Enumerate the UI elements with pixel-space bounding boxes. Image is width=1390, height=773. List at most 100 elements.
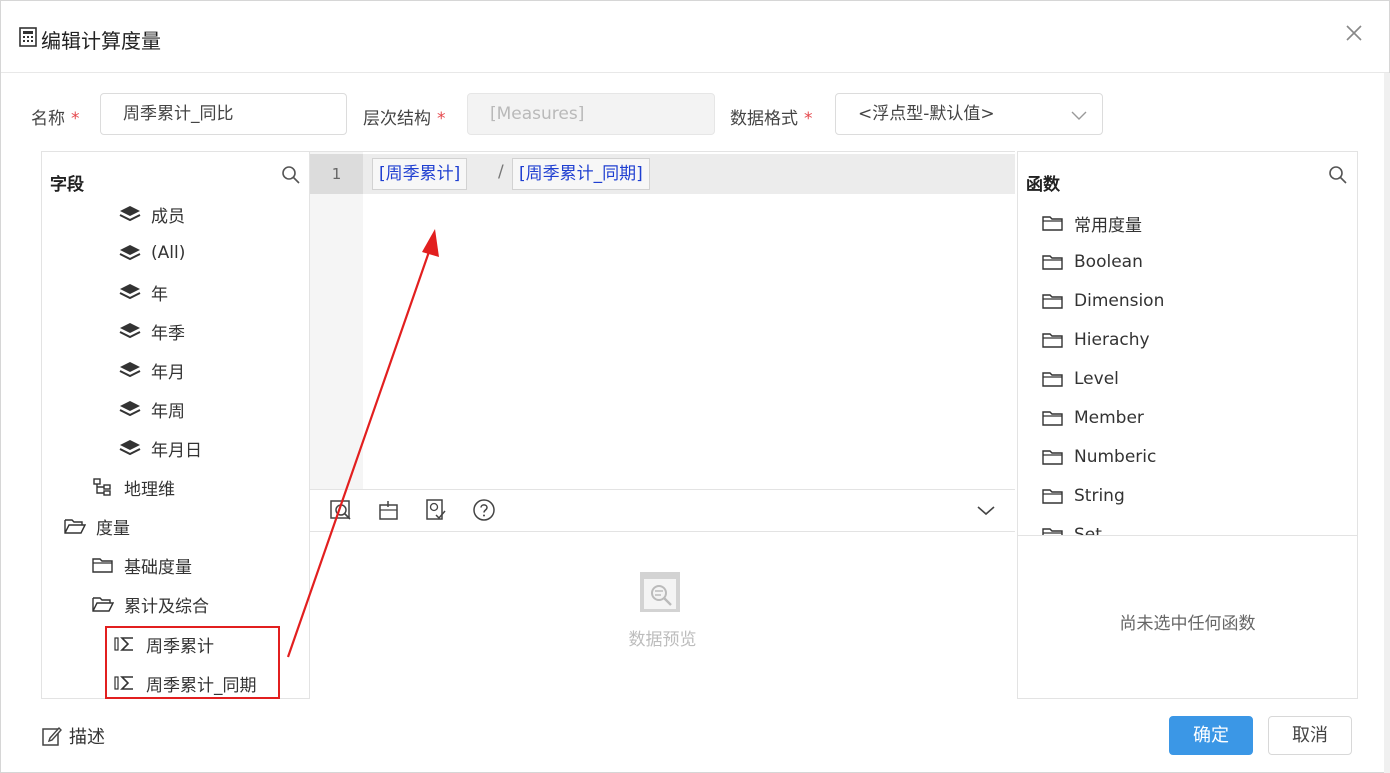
dialog-titlebar: 编辑计算度量 [1, 1, 1389, 73]
function-category-label: Hierachy [1074, 330, 1150, 350]
layers-icon [119, 399, 141, 419]
function-list: 函数 常用度量 Boolean Dimension Hierachy Level Memb… [1018, 152, 1357, 536]
functions-panel: 函数 常用度量 Boolean Dimension Hierachy Level Memb… [1017, 151, 1358, 699]
function-category-label: Set [1074, 525, 1102, 536]
function-category[interactable]: Dimension [1042, 286, 1164, 316]
hierarchy-input: [Measures] [467, 93, 715, 135]
folder-open-icon [92, 594, 115, 614]
data-preview-area: 数据预览 [310, 532, 1015, 699]
tree-item-label: 年月 [151, 362, 185, 383]
tree-item-label: 度量 [96, 518, 130, 539]
function-category-label: String [1074, 486, 1125, 506]
folder-icon [1042, 408, 1064, 428]
annotation-highlight-box [105, 626, 280, 699]
close-icon[interactable] [1342, 21, 1366, 45]
chevron-down-icon[interactable] [974, 498, 998, 522]
token-measure-prior[interactable]: [周季累计_同期] [512, 158, 650, 190]
calculator-icon [19, 27, 37, 47]
format-select[interactable]: <浮点型-默认值> [835, 93, 1103, 135]
folder-icon [1042, 213, 1064, 233]
tree-item-label: 年周 [151, 401, 185, 422]
function-category-label: Boolean [1074, 252, 1143, 272]
function-category-label: 常用度量 [1074, 215, 1142, 236]
search-icon[interactable] [1328, 165, 1348, 185]
tree-item[interactable]: 年季 [119, 316, 185, 346]
function-category[interactable]: Boolean [1042, 247, 1143, 277]
function-category[interactable]: 常用度量 [1042, 208, 1142, 238]
folder-icon [1042, 447, 1064, 467]
layers-icon [119, 360, 141, 380]
data-preview-label: 数据预览 [628, 630, 697, 650]
token-measure[interactable]: [周季累计] [372, 158, 468, 190]
function-category[interactable]: Numberic [1042, 442, 1156, 472]
folder-icon [1042, 252, 1064, 272]
name-label: 名称 * [31, 109, 80, 129]
description-label: 描述 [69, 727, 105, 748]
line-number: 1 [310, 154, 363, 194]
layers-icon [119, 204, 141, 224]
function-category[interactable]: Level [1042, 364, 1119, 394]
tree-item-label: 基础度量 [124, 557, 192, 578]
tree-item-label: 年季 [151, 323, 185, 344]
function-category-label: Dimension [1074, 291, 1165, 311]
function-category-label: Member [1074, 408, 1144, 428]
search-icon[interactable] [281, 165, 301, 185]
calendar-icon[interactable] [377, 498, 401, 522]
folder-open-icon [64, 516, 87, 536]
editor-gutter [310, 152, 363, 489]
tree-item-label: 年 [151, 284, 168, 305]
function-category-label: Level [1074, 369, 1119, 389]
hierarchy-label: 层次结构 * [363, 109, 446, 129]
confirm-button[interactable]: 确定 [1169, 716, 1253, 755]
edit-calculated-measure-dialog: 编辑计算度量 名称 * 周季累计_同比 层次结构 * [Measures] 数据格式… [0, 0, 1390, 773]
format-select-value: <浮点型-默认值> [858, 104, 995, 124]
function-category[interactable]: String [1042, 481, 1125, 511]
folder-icon [1042, 486, 1064, 506]
dialog-title: 编辑计算度量 [41, 29, 161, 53]
function-category[interactable]: Member [1042, 403, 1144, 433]
hierarchy-icon [92, 477, 114, 497]
tree-item-label: 累计及综合 [124, 596, 209, 617]
edit-icon [42, 726, 62, 746]
tree-item[interactable]: 年 [119, 277, 168, 307]
layers-icon [119, 243, 141, 263]
description-link[interactable]: 描述 [41, 723, 105, 749]
layers-icon [119, 282, 141, 302]
tree-item[interactable]: 年月日 [119, 433, 202, 463]
name-input[interactable]: 周季累计_同比 [100, 93, 347, 135]
tree-item[interactable]: 地理维 [92, 472, 175, 502]
tree-item-label: 成员 [151, 206, 185, 227]
dialog-scrollbar[interactable] [1384, 73, 1390, 773]
tree-item[interactable]: 累计及综合 [92, 589, 209, 619]
tree-item[interactable]: 基础度量 [92, 550, 192, 580]
folder-icon [1042, 369, 1064, 389]
tree-item-label: (All) [151, 243, 186, 263]
functions-panel-title: 函数 [1026, 175, 1060, 195]
tree-item-label: 年月日 [151, 440, 202, 461]
folder-icon [1042, 525, 1064, 535]
tree-item[interactable]: 年周 [119, 394, 185, 424]
tree-item[interactable]: 年月 [119, 355, 185, 385]
folder-icon [1042, 330, 1064, 350]
tree-item-label: 地理维 [124, 479, 175, 500]
expression-editor[interactable]: 1 [周季累计] / [周季累计_同期] [310, 151, 1015, 489]
layers-icon [119, 438, 141, 458]
operator-divide: / [498, 162, 504, 182]
chevron-down-icon [1071, 111, 1087, 120]
tree-item[interactable]: (All) [119, 238, 185, 268]
preview-placeholder-icon [640, 572, 680, 612]
preview-icon[interactable] [329, 498, 353, 522]
format-label: 数据格式 * [730, 109, 813, 129]
tree-item[interactable]: 度量 [64, 511, 130, 541]
function-category[interactable]: Hierachy [1042, 325, 1150, 355]
folder-icon [1042, 291, 1064, 311]
folder-icon [92, 555, 114, 575]
cancel-button[interactable]: 取消 [1268, 716, 1352, 755]
editor-toolbar [310, 489, 1015, 532]
validate-icon[interactable] [424, 498, 448, 522]
function-empty-hint: 尚未选中任何函数 [1119, 614, 1256, 634]
function-category[interactable]: Set [1042, 520, 1102, 536]
help-icon[interactable] [472, 498, 496, 522]
tree-item[interactable]: 成员 [119, 199, 185, 229]
layers-icon [119, 321, 141, 341]
